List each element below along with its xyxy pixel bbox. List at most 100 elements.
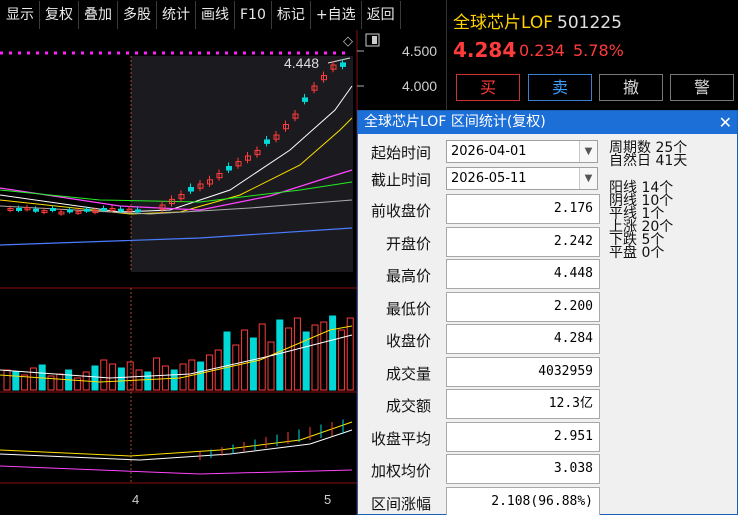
end-date-picker[interactable]: 2026-05-11 ▼ [446, 167, 598, 190]
volume-bar [223, 331, 231, 391]
volume-bar [100, 359, 108, 391]
end-date-value: 2026-05-11 [451, 171, 527, 186]
candlestick [33, 208, 39, 212]
diamond-marker-icon: ◇ [343, 34, 353, 49]
stat-label: 成交额 [385, 397, 431, 415]
stat-value-field[interactable]: 2.200 [446, 291, 600, 322]
natural-days: 自然日 41天 [609, 153, 688, 169]
candlestick [118, 208, 124, 212]
price-change: 0.234 [519, 41, 565, 60]
stat-value-field[interactable]: 4032959 [446, 356, 600, 387]
volume-bar [170, 369, 178, 391]
toolbar-add-watchlist-button[interactable]: +自选 [311, 1, 362, 29]
volume-bar [346, 317, 354, 391]
toolbar-f10-button[interactable]: F10 [235, 1, 272, 29]
candlestick [264, 139, 270, 144]
candlestick [135, 209, 141, 213]
date-tick-label: 5 [324, 492, 331, 507]
toolbar-overlay-button[interactable]: 叠加 [79, 1, 118, 29]
stat-label: 加权均价 [371, 462, 432, 480]
candlestick [188, 187, 194, 192]
toolbar-adjust-button[interactable]: 复权 [40, 1, 79, 29]
toolbar-multi-stock-button[interactable]: 多股 [118, 1, 157, 29]
alert-button[interactable]: 警 [670, 74, 734, 101]
volume-bar [267, 341, 275, 391]
stat-value-field[interactable]: 4.284 [446, 324, 600, 354]
start-date-value: 2026-04-01 [451, 144, 527, 159]
stat-value-field[interactable]: 2.108(96.88%) [446, 486, 600, 515]
toolbar-display-button[interactable]: 显示 [0, 1, 40, 29]
stat-value-field[interactable]: 2.242 [446, 226, 600, 257]
candlestick [67, 209, 73, 213]
volume-bar [91, 365, 99, 391]
security-title: 全球芯片LOF 501225 [453, 8, 622, 33]
indicator-line [0, 465, 353, 475]
candlestick [302, 97, 308, 102]
candlestick [226, 166, 232, 171]
volume-bar [249, 337, 257, 391]
indicator-lines [0, 419, 353, 475]
volume-bar [161, 365, 169, 391]
stat-value-field[interactable]: 2.176 [446, 194, 600, 224]
close-icon[interactable]: ✕ [719, 111, 732, 134]
high-price-annotation: 4.448 [284, 55, 319, 71]
volume-bar [126, 361, 134, 391]
candlestick [101, 208, 107, 211]
last-price: 4.284 [453, 38, 517, 62]
volume-bar [12, 371, 20, 391]
stat-value-field[interactable]: 2.951 [446, 421, 600, 452]
volume-bar [205, 354, 213, 391]
stat-value-field[interactable]: 12.3亿 [446, 389, 600, 419]
volume-bar [329, 315, 337, 391]
price-tick-label: 4.000 [402, 78, 437, 94]
candlestick [340, 62, 346, 67]
candlestick [50, 208, 56, 211]
end-time-label: 截止时间 [371, 171, 432, 189]
toolbar-mark-button[interactable]: 标记 [272, 1, 311, 29]
quote-panel: 全球芯片LOF 501225 4.284 0.234 5.78% 买 卖 撤 警 [446, 0, 738, 112]
interval-stats-dialog: 全球芯片LOF 区间统计(复权) ✕ 起始时间 2026-04-01 ▼ 截止时… [357, 110, 738, 515]
panel-toggle-icon-fill [372, 36, 377, 44]
volume-bar [311, 324, 319, 391]
price-tick-label: 4.500 [402, 43, 437, 59]
stat-label: 收盘平均 [371, 429, 432, 448]
stat-label: 最低价 [385, 299, 431, 318]
volume-bar [153, 357, 161, 391]
buy-button[interactable]: 买 [456, 74, 520, 101]
security-code: 501225 [557, 13, 622, 33]
chevron-down-icon[interactable]: ▼ [579, 141, 597, 162]
dialog-title-bar[interactable]: 全球芯片LOF 区间统计(复权) ✕ [358, 111, 737, 134]
start-time-label: 起始时间 [371, 144, 432, 162]
volume-bar [337, 329, 345, 391]
start-date-picker[interactable]: 2026-04-01 ▼ [446, 140, 598, 163]
dialog-title: 全球芯片LOF 区间统计(复权) [364, 114, 546, 130]
even-count: 平盘 0个 [609, 245, 665, 261]
volume-bar [197, 361, 205, 391]
volume-bar [56, 373, 64, 391]
cancel-order-button[interactable]: 撤 [599, 74, 663, 101]
toolbar-stats-button[interactable]: 统计 [157, 1, 196, 29]
candlestick [16, 208, 22, 211]
toolbar-back-button[interactable]: 返回 [362, 1, 401, 29]
volume-bar [276, 319, 284, 391]
chart-toolbar: 显示 复权 叠加 多股 统计 画线 F10 标记 +自选 返回 [0, 0, 446, 30]
stat-label: 最高价 [385, 267, 431, 285]
stat-label: 开盘价 [385, 234, 431, 253]
volume-bar [241, 329, 249, 391]
volume-bar [285, 327, 293, 391]
stat-label: 成交量 [385, 364, 431, 383]
volume-bar [109, 363, 117, 391]
candlestick [84, 208, 90, 212]
volume-bar [144, 371, 152, 391]
security-name: 全球芯片LOF [453, 13, 554, 33]
volume-bar [117, 367, 125, 391]
chevron-down-icon[interactable]: ▼ [579, 168, 597, 189]
stat-label: 区间涨幅 [371, 494, 432, 513]
stat-label: 前收盘价 [371, 202, 432, 220]
price-change-percent: 5.78% [573, 41, 624, 60]
stat-label: 收盘价 [385, 332, 431, 350]
toolbar-draw-button[interactable]: 画线 [196, 1, 235, 29]
stat-value-field[interactable]: 3.038 [446, 454, 600, 484]
stat-value-field[interactable]: 4.448 [446, 259, 600, 289]
sell-button[interactable]: 卖 [528, 74, 592, 101]
